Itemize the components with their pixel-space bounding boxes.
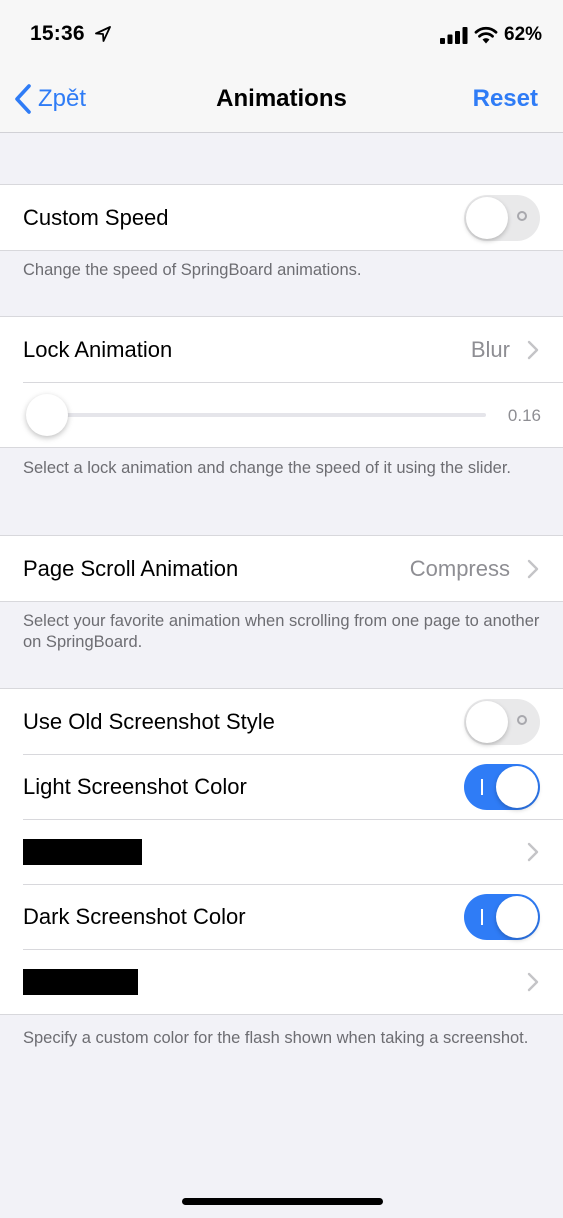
lock-animation-slider-cell: 0.16 <box>0 382 563 447</box>
dark-screenshot-cell: Dark Screenshot Color <box>0 884 563 949</box>
page-scroll-group: Page Scroll Animation Compress <box>0 535 563 602</box>
toggle-knob <box>496 765 538 808</box>
dark-color-swatch <box>23 968 138 995</box>
custom-speed-toggle[interactable] <box>464 194 540 241</box>
toggle-off-icon <box>517 714 527 725</box>
reset-button[interactable]: Reset <box>473 85 538 113</box>
slider-thumb[interactable] <box>25 394 68 436</box>
location-icon <box>95 26 111 42</box>
page-scroll-value: Compress <box>409 555 510 581</box>
light-color-swatch <box>23 838 142 865</box>
chevron-right-icon <box>527 340 539 359</box>
toggle-on-icon <box>481 778 483 795</box>
lock-animation-cell[interactable]: Lock Animation Blur <box>0 317 563 382</box>
chevron-right-icon <box>527 842 539 861</box>
dark-screenshot-label: Dark Screenshot Color <box>23 903 246 929</box>
dark-color-cell[interactable] <box>0 949 563 1014</box>
screenshot-footer: Specify a custom color for the flash sho… <box>23 1029 529 1047</box>
screenshot-group: Use Old Screenshot Style Light Screensho… <box>0 688 563 1015</box>
slider-value: 0.16 <box>507 406 541 425</box>
custom-speed-footer: Change the speed of SpringBoard animatio… <box>23 261 362 279</box>
toggle-knob <box>466 196 508 239</box>
page-scroll-cell[interactable]: Page Scroll Animation Compress <box>0 536 563 601</box>
settings-page: 15:36 62% Zpět Animations Reset Custom S… <box>0 0 563 1218</box>
old-screenshot-toggle[interactable] <box>464 698 540 745</box>
lock-animation-footer: Select a lock animation and change the s… <box>23 459 511 477</box>
status-time: 15:36 <box>30 22 85 45</box>
status-bar: 15:36 62% <box>0 0 563 66</box>
lock-animation-value: Blur <box>470 336 510 362</box>
page-scroll-footer: Select your favorite animation when scro… <box>23 612 540 651</box>
navigation-bar: Zpět Animations Reset <box>0 66 563 133</box>
light-color-cell[interactable] <box>0 819 563 884</box>
home-indicator <box>182 1198 383 1205</box>
chevron-right-icon <box>527 972 539 991</box>
light-screenshot-label: Light Screenshot Color <box>23 773 247 799</box>
light-screenshot-toggle[interactable] <box>464 763 540 810</box>
old-screenshot-cell: Use Old Screenshot Style <box>0 689 563 754</box>
signal-icon <box>440 27 468 44</box>
custom-speed-group: Custom Speed <box>0 184 563 251</box>
page-scroll-label: Page Scroll Animation <box>23 555 239 581</box>
custom-speed-cell: Custom Speed <box>0 185 563 250</box>
toggle-knob <box>496 895 538 938</box>
dark-screenshot-toggle[interactable] <box>464 893 540 940</box>
lock-animation-group: Lock Animation Blur 0.16 <box>0 316 563 448</box>
lock-animation-label: Lock Animation <box>23 336 173 362</box>
old-screenshot-label: Use Old Screenshot Style <box>23 708 275 734</box>
toggle-knob <box>466 700 508 743</box>
toggle-off-icon <box>517 210 527 221</box>
chevron-right-icon <box>527 559 539 578</box>
light-screenshot-cell: Light Screenshot Color <box>0 754 563 819</box>
custom-speed-label: Custom Speed <box>23 204 169 230</box>
toggle-on-icon <box>481 908 483 925</box>
lock-animation-slider[interactable] <box>25 394 486 436</box>
battery-percentage: 62% <box>504 24 543 45</box>
wifi-icon <box>474 26 498 44</box>
